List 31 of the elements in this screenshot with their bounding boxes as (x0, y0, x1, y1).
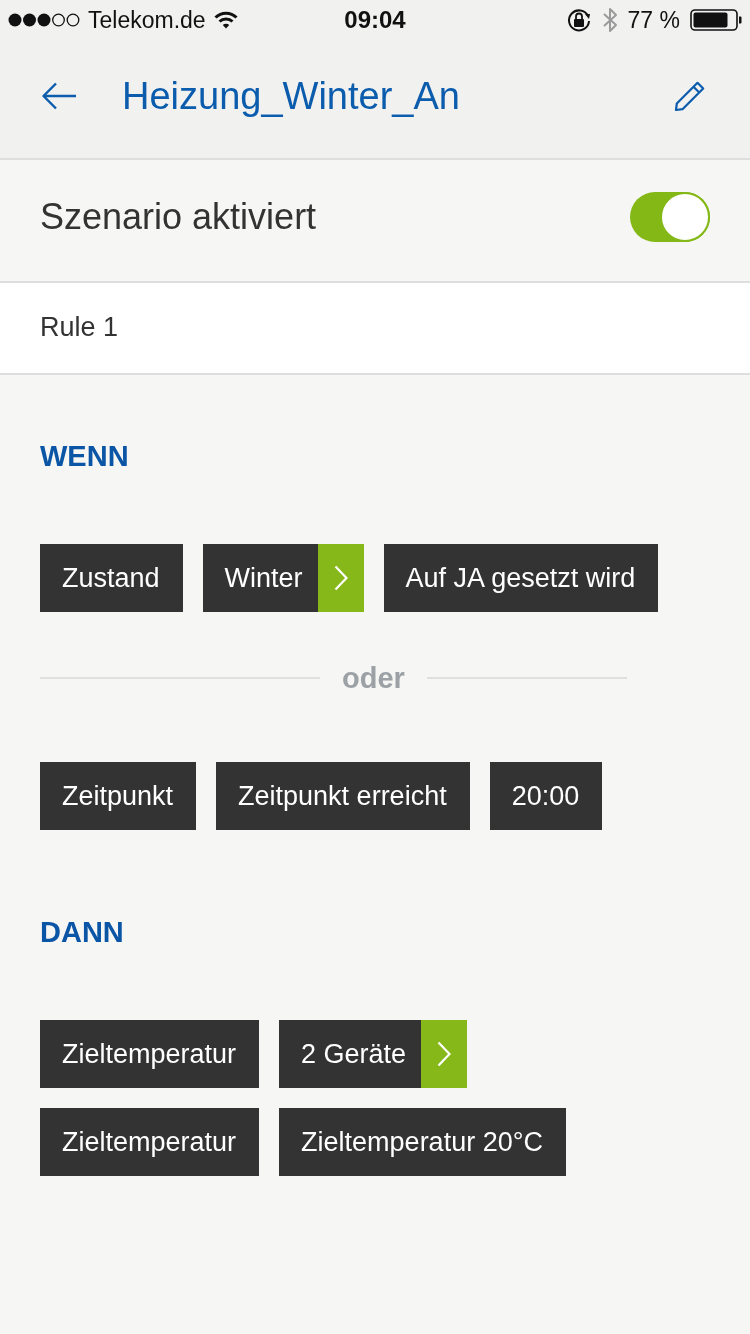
chevron-right-icon (437, 1041, 452, 1067)
rule-tag: Zeitpunkt erreicht (216, 762, 470, 830)
chevron-right-icon (333, 565, 348, 591)
rule-tag: Zieltemperatur 20°C (279, 1108, 566, 1176)
bluetooth-icon (601, 7, 618, 33)
rotation-lock-icon (565, 7, 592, 33)
section-heading: DANN (40, 915, 124, 950)
rule-row[interactable]: Rule 1 (0, 283, 750, 375)
or-separator-label: oder (342, 661, 405, 696)
rule-tag: Auf JA gesetzt wird (383, 544, 659, 612)
back-arrow-icon[interactable] (42, 82, 77, 110)
rule-tag: Zieltemperatur (40, 1020, 260, 1088)
pencil-icon[interactable] (674, 80, 706, 112)
rule-tag: Zieltemperatur (40, 1108, 260, 1176)
rule-title: Rule 1 (40, 311, 119, 343)
signal-strength-icon (8, 13, 80, 27)
section-heading: WENN (40, 439, 129, 474)
toggle-switch[interactable] (630, 191, 710, 242)
scenario-label: Szenario aktiviert (40, 195, 317, 238)
rule-tag: Zeitpunkt (40, 762, 197, 830)
chevron-button[interactable] (317, 544, 364, 612)
screen-title: Heizung_Winter_An (122, 74, 461, 118)
battery-percentage: 77 % (627, 6, 680, 34)
wifi-icon (213, 11, 238, 29)
status-time: 09:04 (344, 6, 406, 34)
battery-icon (690, 9, 742, 31)
rule-tag: Zustand (40, 544, 183, 612)
rule-tag: 2 Geräte (279, 1020, 422, 1088)
rule-tag: 20:00 (489, 762, 603, 830)
rule-tag: Winter (202, 544, 318, 612)
carrier-name: Telekom.de (88, 6, 206, 34)
